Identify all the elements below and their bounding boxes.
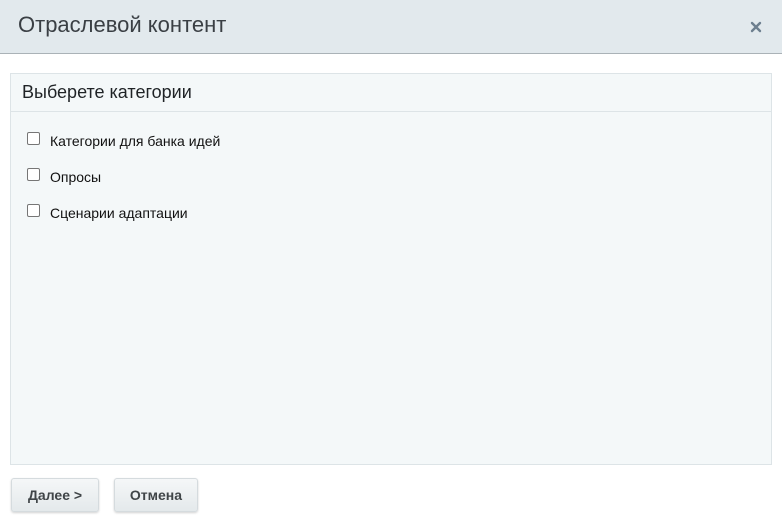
close-button[interactable] (744, 15, 768, 39)
next-button[interactable]: Далее > (11, 478, 99, 512)
option-surveys[interactable]: Опросы (27, 165, 220, 189)
cancel-button[interactable]: Отмена (114, 478, 198, 512)
checkbox-surveys[interactable] (27, 167, 40, 181)
checkbox-idea-bank-categories[interactable] (27, 131, 40, 145)
option-idea-bank-categories[interactable]: Категории для банка идей (27, 129, 220, 153)
option-label: Опросы (50, 169, 102, 185)
option-label: Категории для банка идей (50, 133, 221, 149)
dialog-title: Отраслевой контент (18, 12, 227, 37)
industry-content-dialog: Отраслевой контент Выберете категории Ка… (0, 0, 782, 521)
category-panel: Выберете категории Категории для банка и… (10, 73, 772, 465)
category-options: Категории для банка идей Опросы Сценарии… (27, 129, 220, 237)
panel-title: Выберете категории (22, 82, 192, 102)
checkbox-adaptation-scenarios[interactable] (27, 203, 40, 217)
close-icon (750, 21, 762, 33)
dialog-header: Отраслевой контент (0, 0, 782, 54)
option-label: Сценарии адаптации (50, 205, 188, 221)
option-adaptation-scenarios[interactable]: Сценарии адаптации (27, 201, 220, 225)
panel-header: Выберете категории (11, 74, 771, 112)
